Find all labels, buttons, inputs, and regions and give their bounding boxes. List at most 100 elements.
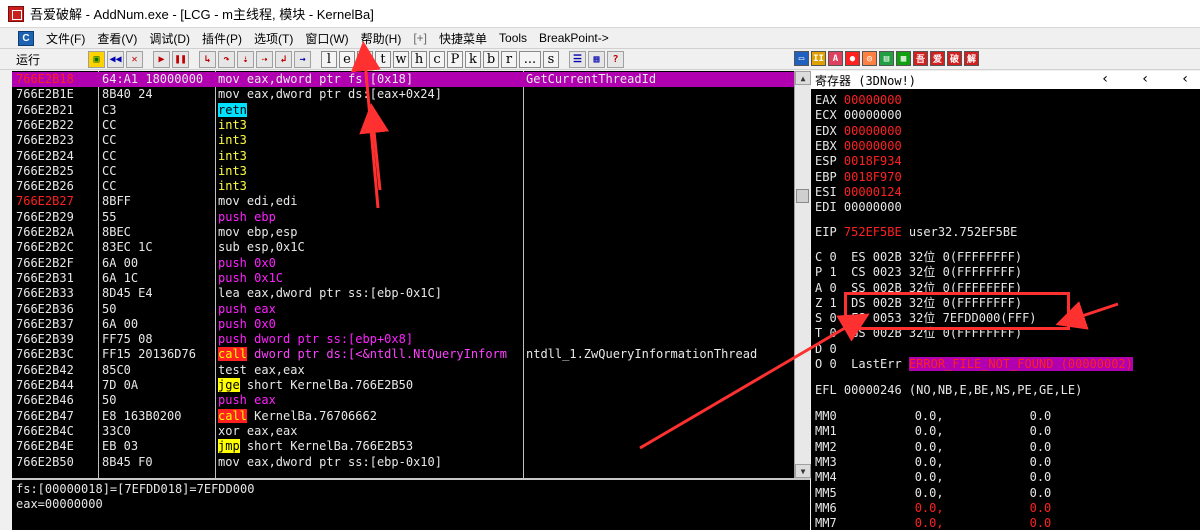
disasm-row[interactable]: 766E2B33 8D45 E4 lea eax,dword ptr ss:[ebp… [12,286,794,301]
back-view-icon[interactable]: ‹ [1181,71,1189,87]
breakpoints-window-button[interactable]: b [483,50,499,68]
help-icon[interactable]: ? [607,50,624,68]
execute-till-return-icon[interactable]: ↲ [275,50,292,68]
disasm-row[interactable]: 766E2B39 FF75 08 push dword ptr ss:[ebp+0x… [12,332,794,347]
record-icon[interactable]: ● [845,51,860,66]
disasm-row[interactable]: 766E2B29 55 push ebp [12,210,794,225]
rewind-icon[interactable]: ◀◀ [107,50,124,68]
disassembly-scrollbar[interactable]: ▲ ▼ [794,71,811,478]
register-ebx[interactable]: EBX 00000000 [815,139,902,154]
disasm-row[interactable]: 766E2B4E EB 03 jmp short KernelBa.766E2B53 [12,439,794,454]
disasm-row[interactable]: 766E2B22 CC int3 [12,118,794,133]
disassembly-pane[interactable]: 766E2B18 64:A1 18000000 mov eax,dword ptr … [12,71,794,478]
disasm-row[interactable]: 766E2B31 6A 1C push 0x1C [12,271,794,286]
mmx-register-row[interactable]: MM5 0.0, 0.0 [815,486,1051,501]
disasm-row[interactable]: 766E2B2C 83EC 1C sub esp,0x1C [12,240,794,255]
tool-icon-4[interactable]: 解 [964,51,979,66]
goto-icon[interactable]: → [294,50,311,68]
mmx-register-row[interactable]: MM2 0.0, 0.0 [815,440,1051,455]
window-icon[interactable]: ▭ [794,51,809,66]
close-x-icon[interactable]: ✕ [126,50,143,68]
eflags-row[interactable]: EFL 00000246 (NO,NB,E,BE,NS,PE,GE,LE) [815,383,1082,398]
mmx-register-row[interactable]: MM4 0.0, 0.0 [815,470,1051,485]
table-icon[interactable]: ▦ [896,51,911,66]
menu-file[interactable]: 文件(F) [40,30,91,47]
grid-icon[interactable]: ▦ [588,50,605,68]
segment-row[interactable]: P 1 CS 0023 32位 0(FFFFFFFF) [815,265,1022,280]
scroll-thumb[interactable] [796,189,809,203]
register-esi[interactable]: ESI 00000124 [815,185,902,200]
segment-row[interactable]: C 0 ES 002B 32位 0(FFFFFFFF) [815,250,1022,265]
menu-breakpoint[interactable]: BreakPoint-> [533,31,615,45]
menu-view[interactable]: 查看(V) [91,30,143,47]
disasm-row[interactable]: 766E2B25 CC int3 [12,164,794,179]
run-trace-button[interactable]: ... [519,50,541,68]
disasm-row[interactable]: 766E2B36 50 push eax [12,302,794,317]
register-ebp[interactable]: EBP 0018F970 [815,170,902,185]
run-icon[interactable]: ▶ [153,50,170,68]
disasm-row[interactable]: 766E2B37 6A 00 push 0x0 [12,317,794,332]
cpu-window-button[interactable]: c [429,50,445,68]
a-plugin-icon[interactable]: A [828,51,843,66]
tool-icon-1[interactable]: 吾 [913,51,928,66]
disasm-row[interactable]: 766E2B46 50 push eax [12,393,794,408]
memory-window-button[interactable]: m [357,50,373,68]
open-icon[interactable]: ▣ [88,50,105,68]
log-window-button[interactable]: l [321,50,337,68]
disasm-row[interactable]: 766E2B26 CC int3 [12,179,794,194]
register-ecx[interactable]: ECX 00000000 [815,108,902,123]
mmx-register-row[interactable]: MM0 0.0, 0.0 [815,409,1051,424]
mmx-register-row[interactable]: MM1 0.0, 0.0 [815,424,1051,439]
menu-debug[interactable]: 调试(D) [143,30,196,47]
register-edi[interactable]: EDI 00000000 [815,200,902,215]
registers-header[interactable]: 寄存器 (3DNow!) ‹ ‹ ‹ [811,71,1200,89]
system-menu-icon[interactable]: C [18,30,34,46]
mmx-register-row[interactable]: MM7 0.0, 0.0 [815,516,1051,530]
disasm-row[interactable]: 766E2B42 85C0 test eax,eax [12,363,794,378]
disasm-row[interactable]: 766E2B44 7D 0A jge short KernelBa.766E2B50 [12,378,794,393]
disasm-row[interactable]: 766E2B27 8BFF mov edi,edi [12,194,794,209]
menu-expand[interactable]: [+] [407,31,433,45]
handles-window-button[interactable]: h [411,50,427,68]
menu-shortcuts[interactable]: 快捷菜单 [433,30,493,47]
disasm-row[interactable]: 766E2B2A 8BEC mov ebp,esp [12,225,794,240]
call-stack-button[interactable]: k [465,50,481,68]
windows-window-button[interactable]: w [393,50,409,68]
menu-help[interactable]: 帮助(H) [355,30,408,47]
menu-plugins[interactable]: 插件(P) [196,30,248,47]
mmx-register-row[interactable]: MM3 0.0, 0.0 [815,455,1051,470]
disasm-row[interactable]: 766E2B4C 33C0 xor eax,eax [12,424,794,439]
threads-window-button[interactable]: t [375,50,391,68]
prev-view-icon[interactable]: ‹ [1101,71,1109,87]
scroll-up-icon[interactable]: ▲ [795,71,811,85]
tool-icon-2[interactable]: 爱 [930,51,945,66]
menu-tools[interactable]: Tools [493,31,533,45]
menu-window[interactable]: 窗口(W) [299,30,354,47]
mmx-register-row[interactable]: MM6 0.0, 0.0 [815,501,1051,516]
target-icon[interactable]: ◎ [862,51,877,66]
disasm-row[interactable]: 766E2B50 8B45 F0 mov eax,dword ptr ss:[ebp… [12,455,794,470]
last-error-row[interactable]: O 0 LastErr ERROR_FILE_NOT_FOUND (000000… [815,357,1133,372]
segment-row[interactable]: D 0 [815,342,837,357]
source-window-button[interactable]: s [543,50,559,68]
trace-into-icon[interactable]: ⇣ [237,50,254,68]
modules-window-button[interactable]: e [339,50,355,68]
list-icon[interactable]: ☰ [569,50,586,68]
trace-over-icon[interactable]: ⇢ [256,50,273,68]
disasm-row[interactable]: 766E2B1E 8B40 24 mov eax,dword ptr ds:[eax… [12,87,794,102]
step-into-icon[interactable]: ↳ [199,50,216,68]
scroll-down-icon[interactable]: ▼ [795,464,811,478]
disasm-row[interactable]: 766E2B18 64:A1 18000000 mov eax,dword ptr … [12,72,794,88]
disasm-row[interactable]: 766E2B3C FF15 20136D76 call dword ptr ds:[… [12,347,794,362]
disasm-row[interactable]: 766E2B23 CC int3 [12,133,794,148]
next-view-icon[interactable]: ‹ [1141,71,1149,87]
register-eax[interactable]: EAX 00000000 [815,93,902,108]
chart-icon[interactable]: ▤ [879,51,894,66]
disasm-row[interactable]: 766E2B24 CC int3 [12,149,794,164]
register-esp[interactable]: ESP 0018F934 [815,154,902,169]
step-over-icon[interactable]: ↷ [218,50,235,68]
pause-plugin-icon[interactable]: II [811,51,826,66]
patches-window-button[interactable]: P [447,50,463,68]
references-window-button[interactable]: r [501,50,517,68]
disasm-row[interactable]: 766E2B21 C3 retn [12,102,794,118]
